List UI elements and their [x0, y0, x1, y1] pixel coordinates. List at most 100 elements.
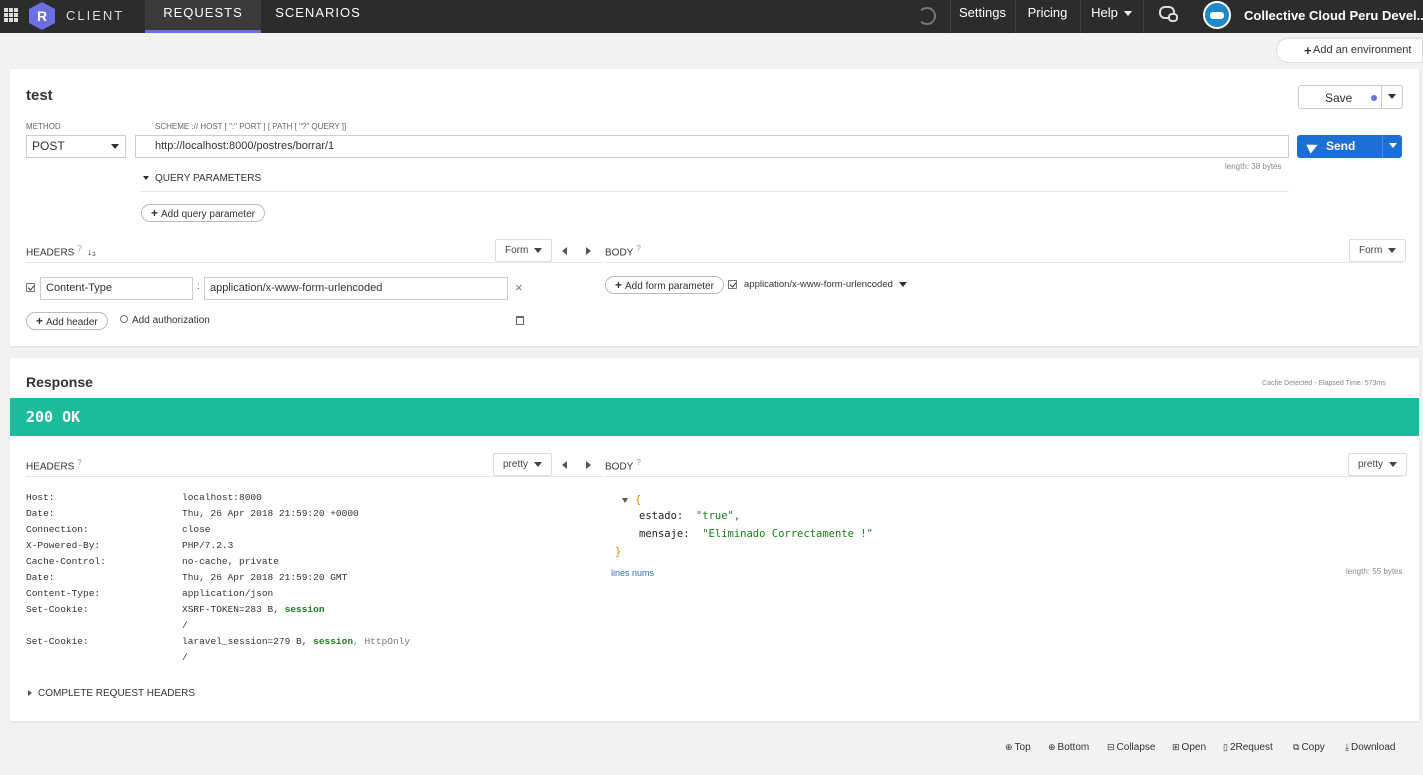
help-icon[interactable]: ? — [77, 458, 81, 467]
add-form-parameter-button[interactable]: + Add form parameter — [605, 276, 724, 294]
tab-requests[interactable]: REQUESTS — [145, 0, 261, 33]
tab-scenarios[interactable]: SCENARIOS — [262, 0, 374, 33]
save-button[interactable]: Save — [1298, 85, 1403, 109]
header-name: Set-Cookie: — [26, 636, 89, 647]
header-name: Cache-Control: — [26, 556, 106, 567]
download-icon: ⤓ — [1345, 742, 1349, 752]
header-value: application/json — [182, 588, 274, 599]
download-button[interactable]: ⤓ Download — [1345, 742, 1395, 753]
add-query-parameter-button[interactable]: + Add query parameter — [141, 204, 265, 222]
header-name: Connection: — [26, 524, 89, 535]
add-authorization-link[interactable]: Add authorization — [132, 315, 210, 326]
header-name: Date: — [26, 508, 55, 519]
complete-request-headers-toggle[interactable]: COMPLETE REQUEST HEADERS — [28, 688, 195, 699]
response-body-dropdown[interactable]: pretty — [1348, 453, 1408, 476]
minus-icon: ⊟ — [1107, 742, 1115, 752]
colon-separator: : — [197, 281, 200, 292]
body-form-dropdown[interactable]: Form — [1349, 239, 1407, 262]
apps-grid-icon[interactable] — [4, 8, 18, 22]
collapse-left-icon[interactable] — [562, 247, 567, 255]
collapse-left-icon[interactable] — [562, 461, 567, 469]
plus-icon: + — [615, 278, 623, 292]
query-parameters-toggle[interactable]: QUERY PARAMETERS — [143, 173, 261, 184]
sort-icon[interactable]: ↓₃ — [87, 247, 96, 258]
plus-icon: + — [151, 206, 159, 220]
send-icon — [1306, 140, 1320, 154]
settings-link[interactable]: Settings — [950, 0, 1014, 33]
header-enabled-checkbox[interactable] — [26, 283, 35, 292]
header-name: Host: — [26, 492, 55, 503]
divider — [605, 262, 1402, 263]
send-dropdown-button[interactable] — [1382, 135, 1402, 158]
pricing-link[interactable]: Pricing — [1015, 0, 1079, 33]
collapse-json-icon[interactable] — [622, 498, 628, 503]
header-value: PHP/7.2.3 — [182, 540, 234, 551]
help-icon[interactable]: ? — [636, 458, 640, 467]
header-name-field[interactable]: Content-Type — [40, 277, 193, 300]
chevron-down-icon — [143, 176, 149, 181]
divider — [26, 262, 602, 263]
trash-icon[interactable] — [516, 316, 524, 325]
top-bar: R CLIENT REQUESTS SCENARIOS Settings Pri… — [0, 0, 1423, 33]
request-icon: ▯ — [1223, 742, 1228, 752]
header-value: no-cache, private — [182, 556, 279, 567]
bottom-button[interactable]: ⊕ Bottom — [1048, 742, 1089, 753]
url-input[interactable]: http://localhost:8000/postres/borrar/1 — [135, 135, 1289, 158]
help-menu[interactable]: Help — [1080, 0, 1142, 33]
to-request-button[interactable]: ▯ 2Request — [1223, 742, 1273, 753]
response-body-label: BODY? — [605, 458, 641, 473]
status-badge: 200 OK — [10, 398, 1419, 436]
brand-name: CLIENT — [66, 8, 125, 23]
response-headers-label: HEADERS? — [26, 458, 82, 473]
add-environment-button[interactable]: Add an environment — [1276, 38, 1423, 63]
collapse-right-icon[interactable] — [586, 247, 591, 255]
header-value: Thu, 26 Apr 2018 21:59:20 GMT — [182, 572, 348, 583]
plus-icon: ⊞ — [1172, 742, 1180, 752]
copy-button[interactable]: ⧉ Copy — [1293, 742, 1325, 753]
json-open-brace: { — [635, 494, 642, 506]
header-name: Set-Cookie: — [26, 604, 89, 615]
unsaved-dot-icon — [1371, 95, 1377, 101]
json-row: estado: "true", — [639, 510, 741, 522]
close-icon[interactable]: × — [515, 280, 523, 295]
request-name[interactable]: test — [26, 87, 53, 104]
url-hint: SCHEME :// HOST [ ":" PORT ] [ PATH [ "?… — [155, 122, 347, 131]
chat-icon[interactable] — [1143, 0, 1191, 33]
method-dropdown-button[interactable] — [105, 135, 126, 158]
top-button[interactable]: ⊕ Top — [1005, 742, 1031, 753]
add-header-button[interactable]: + Add header — [26, 312, 108, 330]
request-body-label: BODY? — [605, 244, 641, 259]
request-panel: test Save METHOD SCHEME :// HOST [ ":" P… — [10, 69, 1419, 346]
chevron-down-icon — [1388, 143, 1397, 149]
help-icon[interactable]: ? — [77, 244, 81, 253]
body-content-type-checkbox[interactable] — [728, 280, 737, 289]
chevron-down-icon — [534, 461, 543, 467]
divider — [605, 476, 1402, 477]
account-menu[interactable]: Collective Cloud Peru Devel... — [1244, 8, 1423, 23]
lines-nums-link[interactable]: lines nums — [611, 568, 654, 578]
chevron-down-icon — [534, 247, 543, 253]
save-dropdown-button[interactable] — [1381, 86, 1402, 108]
plus-icon: + — [36, 314, 44, 328]
divider — [26, 476, 602, 477]
chevron-down-icon — [111, 144, 119, 150]
open-button[interactable]: ⊞ Open — [1172, 742, 1206, 753]
sync-icon[interactable] — [918, 7, 936, 25]
avatar[interactable] — [1203, 1, 1231, 29]
key-icon — [120, 315, 128, 323]
help-icon[interactable]: ? — [636, 244, 640, 253]
arrow-up-icon: ⊕ — [1005, 742, 1013, 752]
body-content-type-dropdown[interactable]: application/x-www-form-urlencoded — [744, 279, 907, 290]
account-name: Collective Cloud Peru Devel... — [1244, 8, 1423, 23]
headers-form-dropdown[interactable]: Form — [495, 239, 553, 262]
send-button[interactable]: Send — [1297, 135, 1402, 158]
response-title: Response — [26, 374, 93, 390]
header-name: X-Powered-By: — [26, 540, 101, 551]
arrow-down-icon: ⊕ — [1048, 742, 1056, 752]
collapse-right-icon[interactable] — [586, 461, 591, 469]
collapse-button[interactable]: ⊟ Collapse — [1107, 742, 1155, 753]
header-value-field[interactable]: application/x-www-form-urlencoded — [204, 277, 508, 300]
chevron-right-icon — [28, 690, 32, 696]
response-headers-dropdown[interactable]: pretty — [493, 453, 553, 476]
logo-icon: R — [29, 2, 55, 30]
